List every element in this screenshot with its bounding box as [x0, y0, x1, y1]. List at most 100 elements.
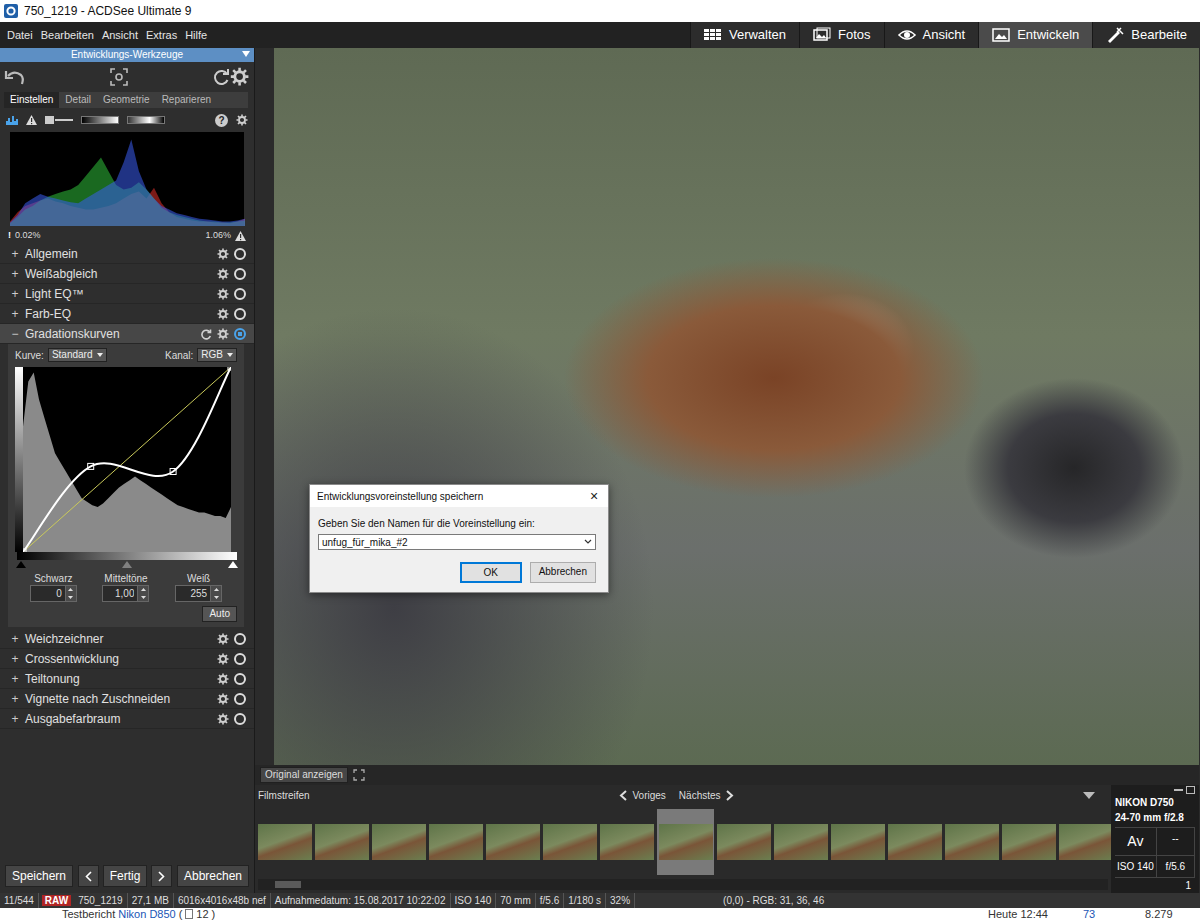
- section-header[interactable]: +Crossentwicklung: [0, 649, 254, 669]
- section-header[interactable]: +Light EQ™: [0, 284, 254, 304]
- level-input[interactable]: [175, 585, 211, 602]
- gear-icon[interactable]: [217, 268, 229, 280]
- filmstrip-scrollbar[interactable]: [258, 879, 1108, 890]
- gear-icon[interactable]: [217, 633, 229, 645]
- tool-tab[interactable]: Geometrie: [97, 92, 156, 108]
- thumbnail[interactable]: [888, 823, 942, 861]
- expand-toggle[interactable]: +: [10, 670, 20, 688]
- enable-toggle[interactable]: [234, 268, 246, 280]
- mode-tab[interactable]: Ansicht: [884, 22, 979, 48]
- chevron-right-icon[interactable]: [726, 790, 734, 801]
- gear-icon[interactable]: [217, 693, 229, 705]
- enable-toggle[interactable]: [234, 713, 246, 725]
- enable-toggle[interactable]: [234, 673, 246, 685]
- fullscreen-icon[interactable]: [353, 769, 365, 781]
- enable-toggle[interactable]: [234, 248, 246, 260]
- expand-toggle[interactable]: +: [10, 690, 20, 708]
- gear-icon[interactable]: [217, 308, 229, 320]
- thumbnail[interactable]: [600, 823, 654, 861]
- thumbnail[interactable]: [372, 823, 426, 861]
- expand-toggle[interactable]: +: [10, 630, 20, 648]
- previous-link[interactable]: Voriges: [632, 788, 665, 803]
- preset-name-combo[interactable]: [318, 534, 596, 550]
- level-handle[interactable]: [16, 561, 26, 568]
- thumbnail[interactable]: [1002, 823, 1056, 861]
- thumbnail[interactable]: [717, 823, 771, 861]
- warning-icon[interactable]: [26, 115, 37, 125]
- level-handle[interactable]: [228, 561, 238, 568]
- next-button[interactable]: [151, 865, 172, 887]
- reply-count[interactable]: 73: [1083, 908, 1145, 920]
- minimize-icon[interactable]: [1174, 786, 1183, 794]
- curve-select[interactable]: Standard: [48, 348, 107, 362]
- mode-tab[interactable]: Entwickeln: [978, 22, 1092, 48]
- spin-up-button[interactable]: [211, 586, 221, 594]
- section-header[interactable]: +Vignette nach Zuschneiden: [0, 689, 254, 709]
- thumbnail[interactable]: [945, 823, 999, 861]
- gear-icon[interactable]: [236, 114, 248, 126]
- dropdown-arrow-icon[interactable]: [242, 51, 250, 57]
- menu-item[interactable]: Bearbeiten: [37, 22, 98, 48]
- expand-toggle[interactable]: +: [10, 245, 20, 263]
- expand-toggle[interactable]: +: [10, 650, 20, 668]
- channel-select[interactable]: RGB: [197, 348, 237, 362]
- thumbnail[interactable]: [774, 823, 828, 861]
- menu-item[interactable]: Extras: [142, 22, 181, 48]
- tool-tab[interactable]: Reparieren: [156, 92, 217, 108]
- mode-tab[interactable]: Fotos: [799, 22, 884, 48]
- gear-icon[interactable]: [217, 248, 229, 260]
- preset-name-input[interactable]: [319, 535, 581, 549]
- thumbnail[interactable]: [543, 823, 597, 861]
- spin-down-button[interactable]: [138, 594, 148, 602]
- level-input[interactable]: [102, 585, 138, 602]
- curve-graph[interactable]: [15, 367, 237, 552]
- section-header[interactable]: +Weißabgleich: [0, 264, 254, 284]
- expand-toggle[interactable]: +: [10, 265, 20, 283]
- close-button[interactable]: ×: [580, 485, 608, 507]
- tone-gradient-icon[interactable]: [127, 116, 165, 124]
- expand-toggle[interactable]: +: [10, 285, 20, 303]
- auto-button[interactable]: Auto: [202, 606, 237, 622]
- spin-up-button[interactable]: [138, 586, 148, 594]
- done-button[interactable]: Fertig: [103, 865, 148, 887]
- level-handle[interactable]: [122, 561, 132, 568]
- enable-toggle[interactable]: [234, 633, 246, 645]
- spin-up-button[interactable]: [66, 586, 76, 594]
- reset-icon[interactable]: [212, 68, 230, 86]
- highlight-warning-icon[interactable]: [235, 231, 246, 241]
- level-input[interactable]: [30, 585, 66, 602]
- thumbnail[interactable]: [315, 823, 369, 861]
- thread-link[interactable]: Nikon D850: [118, 908, 175, 920]
- section-header[interactable]: +Ausgabefarbraum: [0, 709, 254, 729]
- tone-gradient-icon[interactable]: [81, 116, 119, 124]
- gear-icon[interactable]: [217, 288, 229, 300]
- ok-button[interactable]: OK: [460, 562, 522, 583]
- section-header[interactable]: +Weichzeichner: [0, 629, 254, 649]
- gear-icon[interactable]: [217, 673, 229, 685]
- show-original-button[interactable]: Original anzeigen: [260, 767, 348, 783]
- thumbnail[interactable]: [1059, 823, 1111, 861]
- scrollbar-thumb[interactable]: [275, 881, 301, 888]
- cancel-button[interactable]: Abbrechen: [177, 865, 249, 887]
- restore-icon[interactable]: [1186, 786, 1195, 794]
- gear-icon[interactable]: [217, 713, 229, 725]
- dropdown-arrow-icon[interactable]: [1083, 792, 1095, 799]
- tool-tab[interactable]: Einstellen: [4, 92, 59, 108]
- auto-fix-icon[interactable]: [110, 68, 128, 86]
- expand-toggle[interactable]: −: [10, 325, 20, 343]
- dropdown-chevron-icon[interactable]: [581, 538, 595, 546]
- thumbnail[interactable]: [831, 823, 885, 861]
- mode-tab[interactable]: Verwalten: [690, 22, 799, 48]
- gear-icon[interactable]: [217, 653, 229, 665]
- cancel-button[interactable]: Abbrechen: [530, 562, 596, 583]
- mode-tab[interactable]: Bearbeite: [1092, 22, 1200, 48]
- enable-toggle[interactable]: [234, 308, 246, 320]
- enable-toggle[interactable]: [234, 693, 246, 705]
- spin-down-button[interactable]: [66, 594, 76, 602]
- enable-toggle[interactable]: [234, 288, 246, 300]
- tool-tab[interactable]: Detail: [59, 92, 97, 108]
- menu-item[interactable]: Hilfe: [181, 22, 211, 48]
- thumbnail[interactable]: [486, 823, 540, 861]
- thumbnail[interactable]: [657, 809, 714, 875]
- slider-icon[interactable]: [45, 115, 73, 125]
